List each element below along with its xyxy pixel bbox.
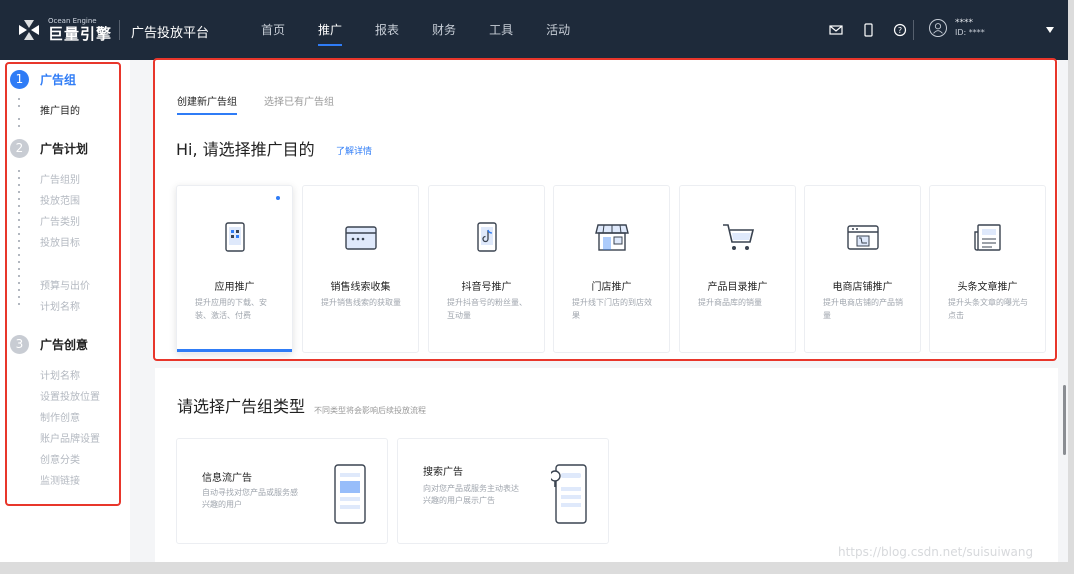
nav-finance[interactable]: 财务 bbox=[432, 0, 456, 60]
type-feed-ads[interactable]: 信息流广告 自动寻找对您产品或服务感兴趣的用户 bbox=[176, 438, 388, 544]
app-window: Ocean Engine 巨量引擎 广告投放平台 首页 推广 报表 财务 工具 … bbox=[0, 0, 1068, 562]
help-icon[interactable]: ? bbox=[892, 22, 908, 38]
divider bbox=[913, 20, 914, 40]
user-menu[interactable]: **** ID: **** bbox=[929, 18, 985, 38]
nav-activities[interactable]: 活动 bbox=[546, 0, 570, 60]
logo-chinese: 巨量引擎 bbox=[48, 25, 113, 43]
type-desc: 向对您产品或服务主动表达兴趣的用户展示广告 bbox=[423, 484, 519, 505]
nav-reports[interactable]: 报表 bbox=[375, 0, 399, 60]
svg-text:?: ? bbox=[898, 26, 902, 35]
type-title: 信息流广告 bbox=[202, 473, 252, 484]
platform-title: 广告投放平台 bbox=[131, 26, 210, 41]
nav-tools[interactable]: 工具 bbox=[489, 0, 513, 60]
logo-english: Ocean Engine bbox=[48, 17, 97, 25]
purpose-highlight-box bbox=[153, 58, 1057, 361]
chevron-down-icon[interactable] bbox=[1046, 27, 1054, 33]
nav-promote[interactable]: 推广 bbox=[318, 0, 343, 60]
type-desc: 自动寻找对您产品或服务感兴趣的用户 bbox=[202, 488, 298, 509]
user-id: ID: **** bbox=[955, 28, 985, 37]
scrollbar[interactable] bbox=[1063, 385, 1066, 455]
search-phone-icon bbox=[551, 464, 587, 524]
watermark: https://blog.csdn.net/suisuiwang bbox=[838, 545, 1034, 559]
top-bar: Ocean Engine 巨量引擎 广告投放平台 首页 推广 报表 财务 工具 … bbox=[0, 0, 1068, 60]
type-search-ads[interactable]: 搜索广告 向对您产品或服务主动表达兴趣的用户展示广告 bbox=[397, 438, 609, 544]
section-note: 不同类型将会影响后续投放流程 bbox=[314, 406, 426, 415]
nav-home[interactable]: 首页 bbox=[261, 0, 285, 60]
mobile-icon[interactable] bbox=[860, 22, 876, 38]
section-heading: 请选择广告组类型 bbox=[177, 397, 306, 416]
divider bbox=[119, 20, 120, 40]
mail-icon[interactable] bbox=[828, 22, 844, 38]
sidebar-highlight-box bbox=[5, 62, 121, 506]
ocean-engine-logo-icon bbox=[19, 20, 39, 40]
user-avatar-icon bbox=[929, 19, 947, 37]
feed-phone-icon bbox=[334, 464, 366, 524]
user-name: **** bbox=[955, 18, 973, 28]
main-nav: 首页 推广 报表 财务 工具 活动 bbox=[261, 0, 603, 60]
brand-logo[interactable]: Ocean Engine 巨量引擎 bbox=[16, 17, 112, 43]
type-title: 搜索广告 bbox=[423, 467, 463, 478]
ad-group-type-card: 请选择广告组类型 不同类型将会影响后续投放流程 信息流广告 自动寻找对您产品或服… bbox=[155, 368, 1058, 562]
